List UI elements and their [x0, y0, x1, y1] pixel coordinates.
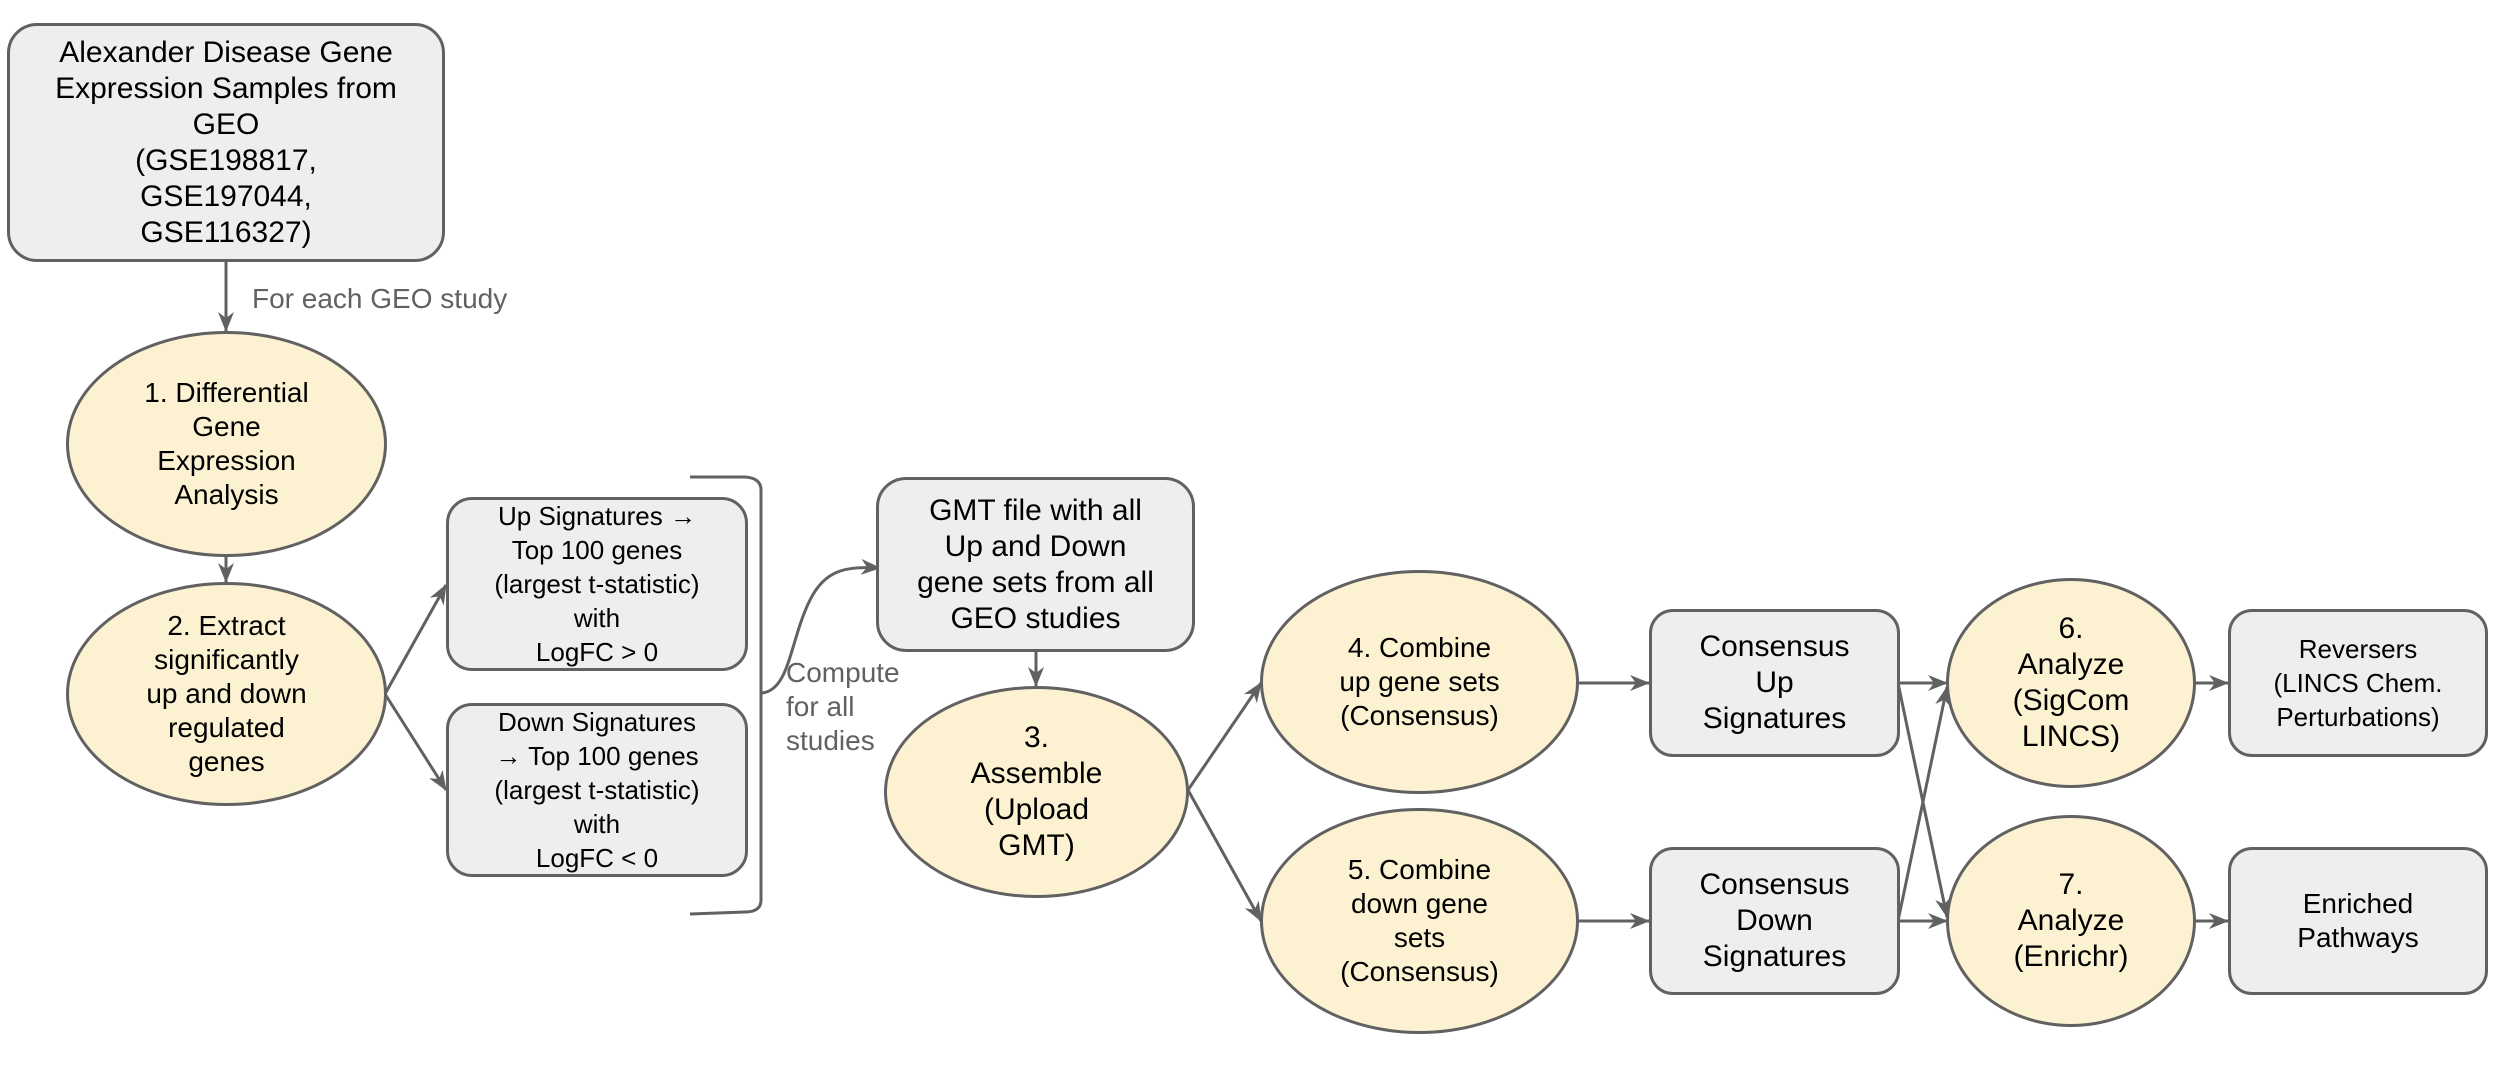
- down-signatures-label: Down Signatures → Top 100 genes (largest…: [494, 707, 700, 873]
- edge-step2-up: [383, 584, 448, 695]
- step6-sigcom-lincs-node: 6. Analyze (SigCom LINCS): [1946, 578, 2196, 788]
- consensus-down-label: Consensus Down Signatures: [1699, 868, 1850, 973]
- step4-combine-up-node: 4. Combine up gene sets (Consensus): [1260, 570, 1579, 794]
- step5-label: 5. Combine down gene sets (Consensus): [1340, 854, 1499, 987]
- edge-step3-step5: [1186, 789, 1263, 922]
- step7-label: 7. Analyze (Enrichr): [2013, 868, 2129, 973]
- consensus-up-node: Consensus Up Signatures: [1649, 609, 1900, 757]
- edge-step3-step4: [1186, 682, 1263, 791]
- step1-label: 1. Differential Gene Expression Analysis: [144, 377, 309, 510]
- step2-label: 2. Extract significantly up and down reg…: [146, 610, 307, 777]
- step1-differential-expression-node: 1. Differential Gene Expression Analysis: [66, 331, 387, 557]
- gmt-file-label: GMT file with all Up and Down gene sets …: [917, 493, 1154, 635]
- source-data-node: Alexander Disease Gene Expression Sample…: [7, 23, 445, 262]
- enriched-pathways-label: Enriched Pathways: [2297, 888, 2419, 953]
- step7-enrichr-node: 7. Analyze (Enrichr): [1946, 815, 2196, 1027]
- enriched-pathways-node: Enriched Pathways: [2228, 847, 2488, 995]
- step6-label: 6. Analyze (SigCom LINCS): [2012, 612, 2130, 753]
- reversers-node: Reversers (LINCS Chem. Perturbations): [2228, 609, 2488, 757]
- for-each-study-label: For each GEO study: [252, 283, 508, 314]
- step4-label: 4. Combine up gene sets (Consensus): [1339, 632, 1500, 731]
- reversers-label: Reversers (LINCS Chem. Perturbations): [2273, 634, 2443, 732]
- consensus-down-node: Consensus Down Signatures: [1649, 847, 1900, 995]
- step3-assemble-node: 3. Assemble (Upload GMT): [884, 686, 1189, 898]
- consensus-up-label: Consensus Up Signatures: [1699, 630, 1850, 735]
- down-signatures-node: Down Signatures → Top 100 genes (largest…: [446, 703, 748, 877]
- up-signatures-label: Up Signatures → Top 100 genes (largest t…: [494, 501, 700, 667]
- gmt-file-node: GMT file with all Up and Down gene sets …: [876, 477, 1195, 652]
- up-signatures-node: Up Signatures → Top 100 genes (largest t…: [446, 497, 748, 671]
- compute-for-all-label: Compute for all studies: [786, 657, 900, 756]
- source-data-label: Alexander Disease Gene Expression Sample…: [55, 35, 397, 249]
- step3-label: 3. Assemble (Upload GMT): [970, 721, 1103, 862]
- edge-step2-down: [383, 693, 448, 791]
- step2-extract-genes-node: 2. Extract significantly up and down reg…: [66, 582, 387, 806]
- step5-combine-down-node: 5. Combine down gene sets (Consensus): [1260, 808, 1579, 1034]
